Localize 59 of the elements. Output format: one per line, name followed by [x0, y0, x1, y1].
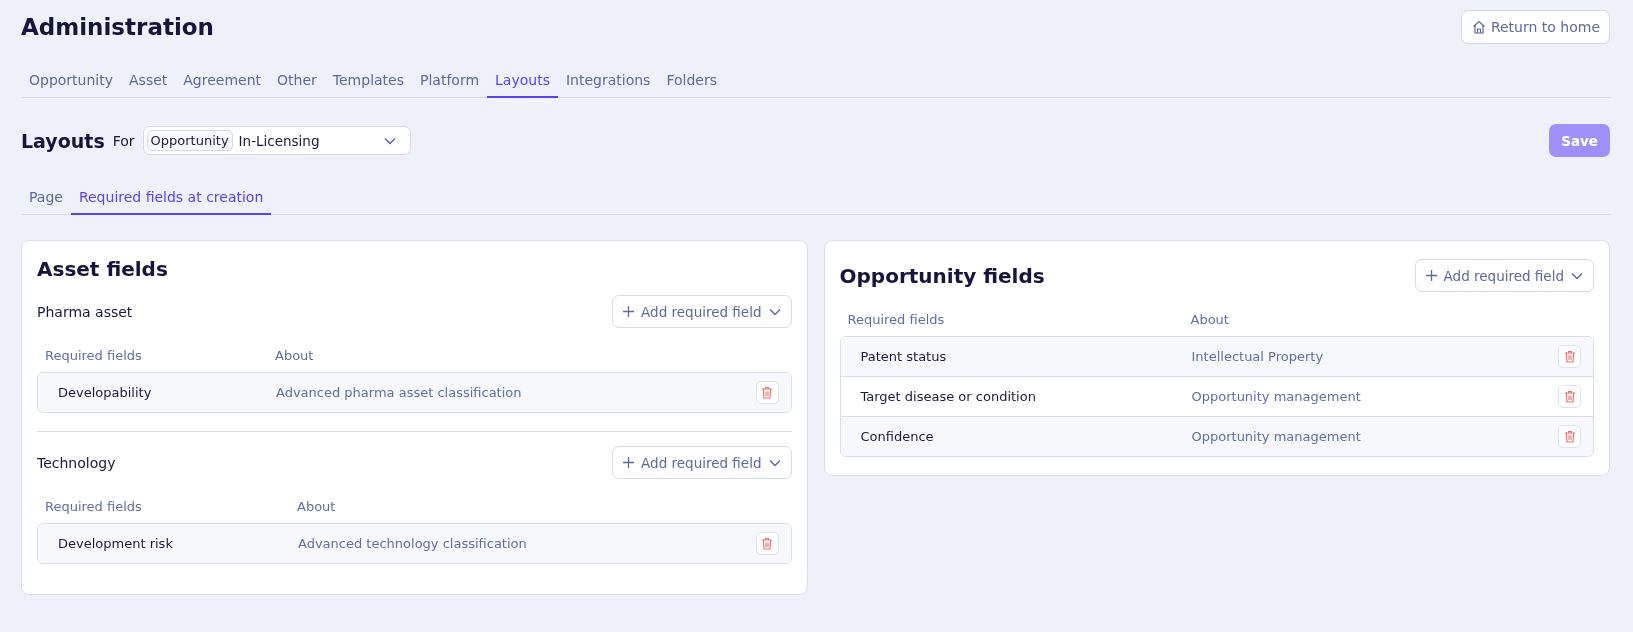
admin-tab[interactable]: Asset — [121, 72, 176, 98]
field-name: Patent status — [860, 349, 948, 364]
object-tag: Opportunity — [146, 130, 233, 151]
card-title: Opportunity fields — [839, 263, 1045, 288]
delete-button[interactable] — [755, 532, 779, 555]
admin-tab[interactable]: Integrations — [557, 72, 659, 98]
add-required-field-button[interactable]: Add required field — [1414, 259, 1594, 292]
admin-tab[interactable]: Layouts — [487, 72, 558, 98]
column-header: Required fields — [847, 312, 946, 327]
chevron-down-icon — [768, 307, 781, 316]
chevron-down-icon — [1571, 271, 1583, 280]
field-category: Intellectual Property — [1191, 349, 1325, 364]
card-title: Asset fields — [37, 257, 169, 281]
column-header: About — [297, 499, 337, 514]
layout-tab[interactable]: Required fields at creation — [70, 189, 272, 215]
field-name: Confidence — [860, 429, 935, 444]
column-header: Required fields — [45, 348, 143, 363]
trash-icon — [761, 537, 773, 550]
field-name: Target disease or condition — [860, 389, 1037, 404]
plus-icon — [623, 457, 635, 468]
delete-button[interactable] — [1558, 425, 1581, 448]
field-category: Advanced pharma asset classification — [276, 385, 523, 400]
home-icon — [1471, 20, 1486, 34]
admin-tab[interactable]: Folders — [658, 72, 725, 98]
chevron-down-icon — [383, 136, 396, 145]
field-category: Advanced technology classification — [298, 536, 528, 551]
plus-icon — [1425, 270, 1437, 281]
field-name: Development risk — [58, 536, 174, 551]
admin-tab[interactable]: Templates — [324, 72, 412, 98]
delete-button[interactable] — [755, 381, 779, 404]
group-title: Pharma asset — [37, 303, 133, 320]
page-title: Administration — [21, 14, 214, 40]
field-category: Opportunity management — [1191, 389, 1362, 404]
column-header: Required fields — [45, 499, 143, 514]
column-header: About — [1190, 312, 1230, 327]
admin-tab[interactable]: Other — [269, 72, 325, 98]
group-title: Technology — [37, 454, 116, 471]
admin-tab[interactable]: Agreement — [175, 72, 270, 98]
admin-tab[interactable]: Opportunity — [21, 72, 121, 98]
field-category: Opportunity management — [1191, 429, 1362, 444]
trash-icon — [1563, 430, 1576, 443]
add-required-field-button[interactable]: Add required field — [612, 446, 792, 479]
column-header: About — [275, 348, 315, 363]
section-title: Layouts — [21, 129, 105, 152]
layout-tab[interactable]: Page — [21, 189, 71, 215]
field-name: Developability — [58, 385, 153, 400]
trash-icon — [1563, 350, 1576, 363]
select-value: In-Licensing — [238, 132, 321, 149]
admin-tab[interactable]: Platform — [412, 72, 488, 98]
trash-icon — [761, 386, 773, 399]
plus-icon — [623, 306, 635, 317]
add-required-field-button[interactable]: Add required field — [612, 295, 792, 328]
trash-icon — [1563, 390, 1576, 403]
layout-select[interactable]: Opportunity In-Licensing — [142, 126, 411, 155]
delete-button[interactable] — [1558, 345, 1581, 368]
for-label: For — [112, 132, 135, 149]
return-to-home-button[interactable]: Return to home — [1460, 10, 1610, 44]
delete-button[interactable] — [1558, 385, 1581, 408]
chevron-down-icon — [768, 458, 781, 467]
